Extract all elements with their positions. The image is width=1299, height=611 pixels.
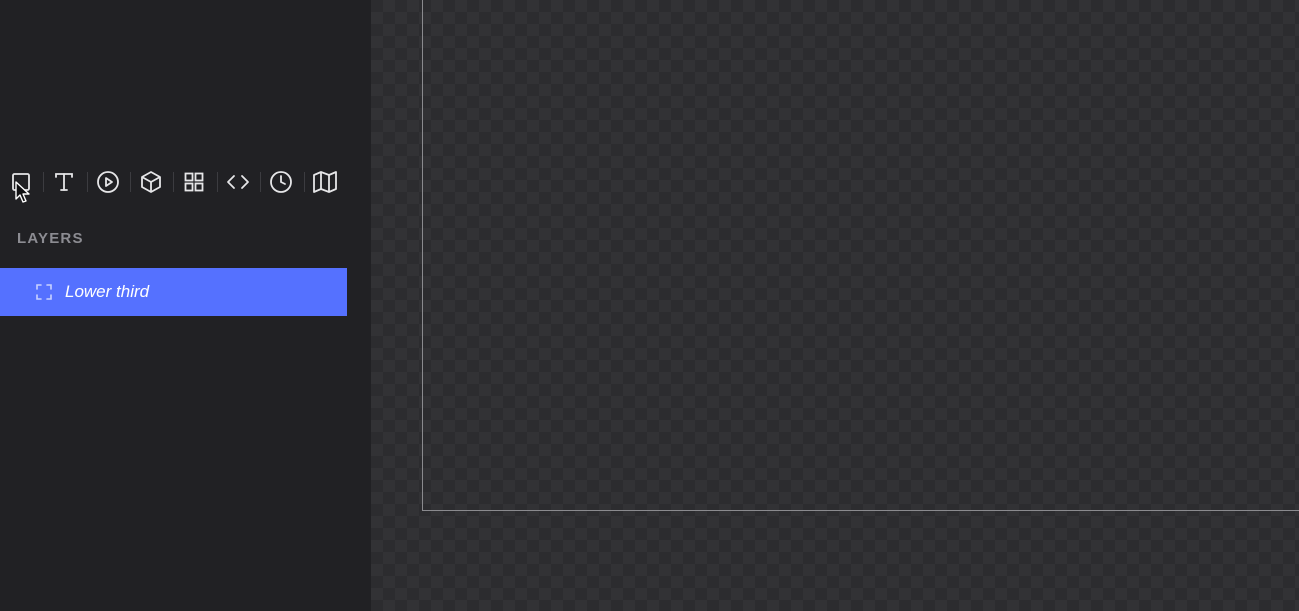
text-icon: [55, 173, 73, 191]
toolbar-divider: [87, 172, 88, 192]
frame-corners-icon: [36, 284, 52, 300]
text-tool-button[interactable]: [47, 161, 81, 203]
toolbar-divider: [173, 172, 174, 192]
toolbar-divider: [217, 172, 218, 192]
stage-frame[interactable]: [422, 0, 1299, 511]
map-tool-button[interactable]: [308, 161, 342, 203]
video-tool-button[interactable]: [91, 161, 125, 203]
toolbar-divider: [260, 172, 261, 192]
app-window: LAYERS Lower third: [0, 0, 1299, 611]
sidebar: LAYERS Lower third: [0, 0, 371, 611]
canvas-area[interactable]: [371, 0, 1299, 611]
3d-tool-button[interactable]: [134, 161, 168, 203]
layer-item-label: Lower third: [65, 282, 150, 301]
toolbar-divider: [130, 172, 131, 192]
clock-tool-button[interactable]: [264, 161, 298, 203]
code-tool-button[interactable]: [221, 161, 255, 203]
layers-heading: LAYERS: [17, 230, 84, 247]
map-icon: [313, 171, 337, 193]
grid-icon: [184, 172, 204, 192]
cube-icon: [141, 171, 161, 193]
frame-icon: [12, 173, 30, 191]
grid-tool-button[interactable]: [177, 161, 211, 203]
toolbar-divider: [304, 172, 305, 192]
frame-tool-button[interactable]: [4, 161, 38, 203]
play-circle-icon: [97, 171, 119, 193]
insert-toolbar: [0, 161, 360, 203]
clock-icon: [270, 171, 292, 193]
code-icon: [227, 175, 249, 189]
layer-item-lower-third[interactable]: Lower third: [0, 268, 347, 316]
toolbar-divider: [43, 172, 44, 192]
